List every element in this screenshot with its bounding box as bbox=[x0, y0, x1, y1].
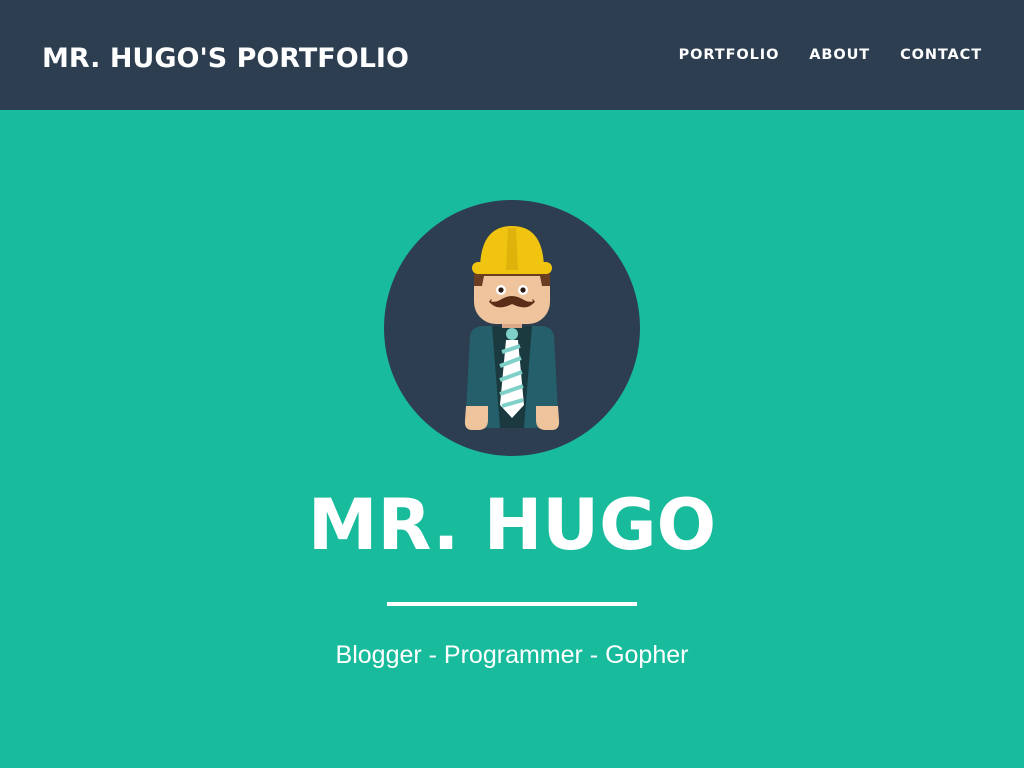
avatar-tie-knot bbox=[506, 328, 518, 340]
nav-link-contact[interactable]: CONTACT bbox=[900, 44, 982, 66]
hero-name: MR. HUGO bbox=[307, 484, 717, 566]
avatar-hand-right bbox=[536, 406, 560, 430]
brand-link[interactable]: MR. HUGO'S PORTFOLIO bbox=[42, 40, 409, 78]
navbar: MR. HUGO'S PORTFOLIO PORTFOLIO ABOUT CON… bbox=[0, 0, 1024, 110]
hero-section: MR. HUGO Blogger - Programmer - Gopher bbox=[0, 110, 1024, 768]
avatar-hand-left bbox=[464, 406, 488, 430]
avatar-icon bbox=[384, 200, 640, 456]
hero-tagline: Blogger - Programmer - Gopher bbox=[335, 641, 689, 669]
nav-link-about[interactable]: ABOUT bbox=[809, 44, 870, 66]
nav-links: PORTFOLIO ABOUT CONTACT bbox=[679, 44, 982, 66]
nav-link-portfolio[interactable]: PORTFOLIO bbox=[679, 44, 780, 66]
hero-divider bbox=[387, 602, 637, 606]
